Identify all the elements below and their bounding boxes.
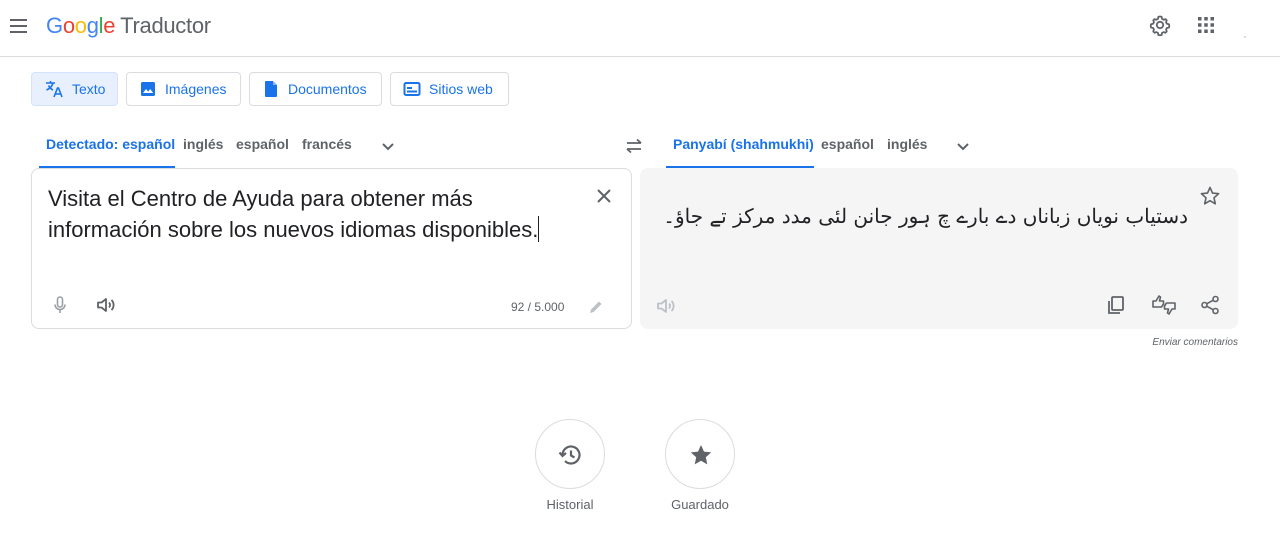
translate-icon [46, 81, 63, 98]
target-lang-chevron-down-icon[interactable] [951, 134, 975, 158]
main-menu-button[interactable] [8, 14, 32, 38]
tab-source-english[interactable]: inglés [183, 136, 223, 152]
source-text-panel: Visita el Centro de Ayuda para obtener m… [31, 168, 632, 329]
mode-documents-button[interactable]: Documentos [249, 72, 382, 106]
listen-translation-speaker-icon [654, 294, 678, 318]
star-icon [690, 445, 712, 465]
source-text-input[interactable]: Visita el Centro de Ayuda para obtener m… [48, 183, 588, 245]
mode-text-button[interactable]: Texto [31, 72, 118, 106]
share-translation-icon[interactable] [1198, 293, 1222, 317]
saved-button[interactable] [665, 419, 735, 489]
clear-source-close-icon[interactable] [592, 184, 616, 208]
tab-target-punjabi[interactable]: Panyabí (shahmukhi) [673, 136, 814, 152]
history-label: Historial [546, 497, 594, 512]
tab-source-detected[interactable]: Detectado: español [46, 136, 175, 152]
tab-source-french[interactable]: francés [302, 136, 352, 152]
mode-images-label: Imágenes [165, 81, 227, 97]
google-apps-grid-icon[interactable] [1194, 13, 1218, 37]
swap-languages-icon[interactable] [622, 134, 646, 158]
app-header: Google Traductor [0, 0, 1280, 57]
mode-websites-label: Sitios web [429, 81, 493, 97]
listen-source-speaker-icon[interactable] [94, 293, 118, 317]
history-icon [558, 445, 581, 465]
text-cursor [538, 216, 540, 242]
tab-source-spanish[interactable]: español [236, 136, 289, 152]
mode-images-button[interactable]: Imágenes [126, 72, 241, 106]
image-icon [141, 82, 155, 96]
mode-documents-label: Documentos [288, 81, 367, 97]
translation-text: دستیاب نویاں زباناں دے بارے چ ہور جانن ل… [663, 204, 1188, 228]
product-name: Traductor [120, 13, 211, 38]
edit-pencil-icon[interactable] [586, 297, 606, 317]
mode-websites-button[interactable]: Sitios web [390, 72, 509, 106]
rate-translation-thumbs-icon[interactable] [1150, 293, 1178, 317]
mode-text-label: Texto [72, 81, 106, 97]
microphone-icon[interactable] [48, 293, 72, 317]
save-translation-star-icon[interactable] [1198, 184, 1222, 208]
hamburger-icon [10, 19, 27, 21]
send-feedback-link[interactable]: Enviar comentarios [1100, 337, 1238, 348]
translation-panel: دستیاب نویاں زباناں دے بارے چ ہور جانن ل… [640, 168, 1238, 329]
document-icon [265, 81, 277, 97]
account-avatar[interactable] [1244, 36, 1246, 38]
source-text-value: Visita el Centro de Ayuda para obtener m… [48, 186, 539, 242]
tab-target-english[interactable]: inglés [887, 136, 927, 152]
copy-translation-icon[interactable] [1104, 293, 1128, 317]
google-translate-logo[interactable]: Google Traductor [46, 13, 211, 39]
history-button[interactable] [535, 419, 605, 489]
settings-gear-icon[interactable] [1148, 13, 1172, 37]
saved-label: Guardado [671, 497, 729, 512]
website-icon [403, 82, 421, 96]
character-count: 92 / 5.000 [511, 300, 565, 314]
tab-target-spanish[interactable]: español [821, 136, 874, 152]
source-lang-chevron-down-icon[interactable] [376, 134, 400, 158]
